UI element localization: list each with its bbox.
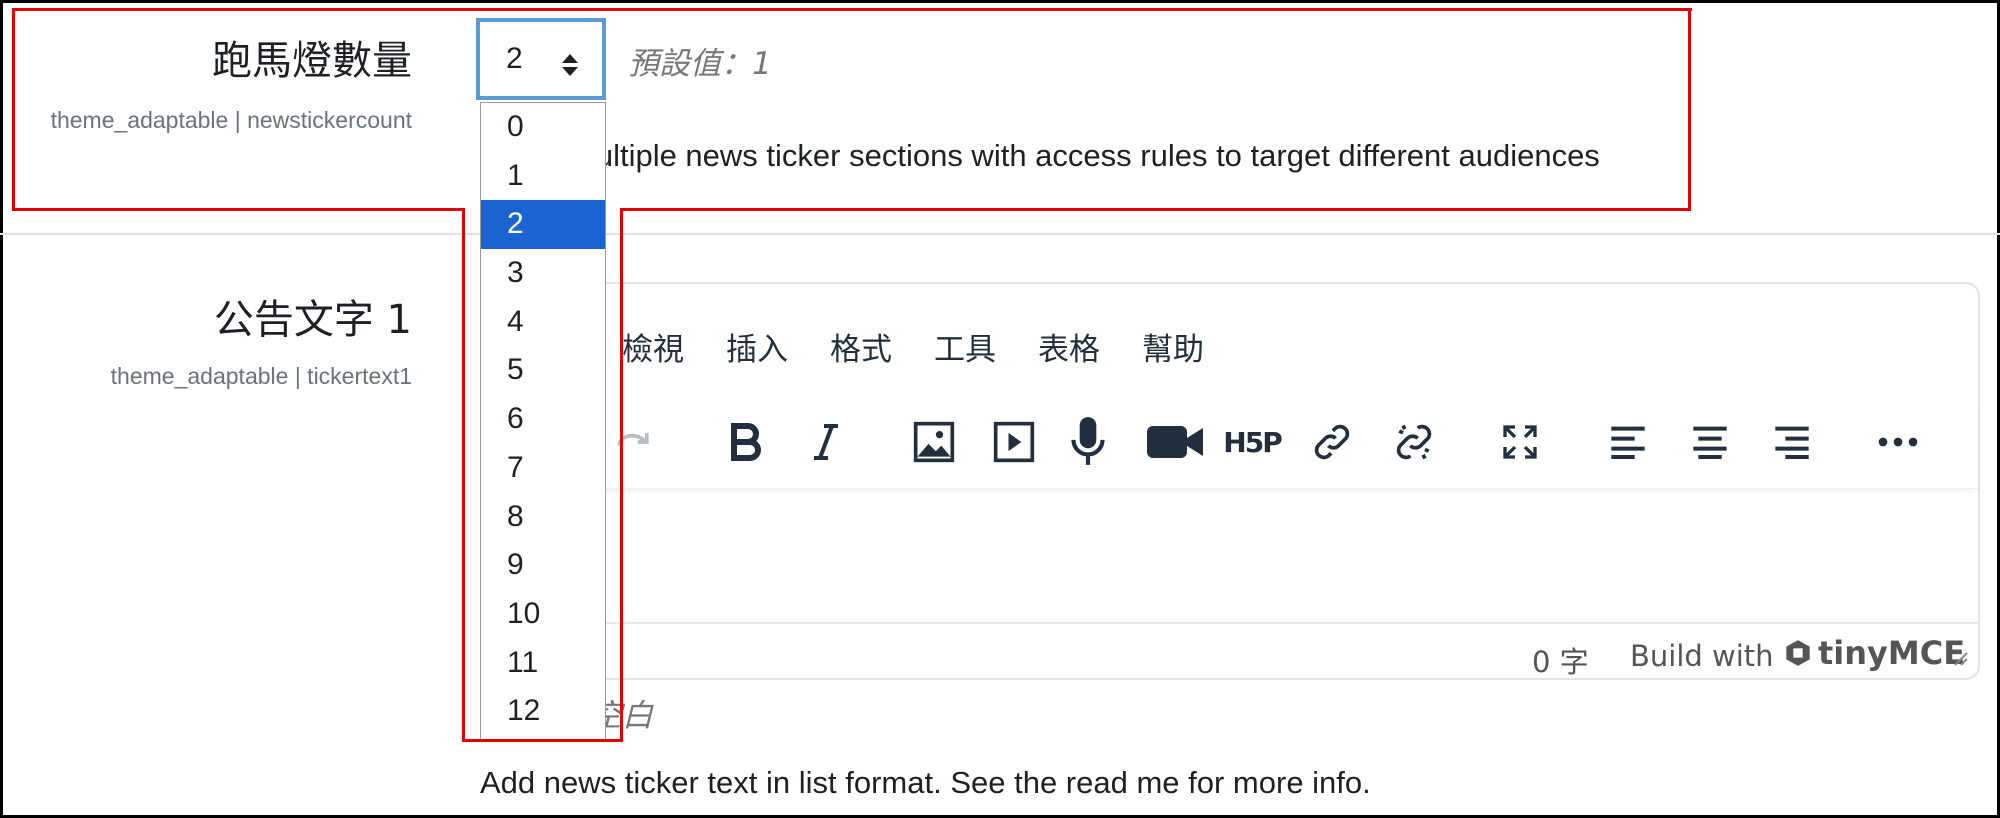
option-9[interactable]: 9 <box>481 541 605 590</box>
tinymce-logo-icon <box>1786 640 1810 666</box>
editor-toolbar: H5P <box>562 394 1978 489</box>
menu-help[interactable]: 幫助 <box>1142 324 1204 369</box>
more-icon[interactable] <box>1872 416 1924 468</box>
option-8[interactable]: 8 <box>481 493 605 542</box>
select-arrows-icon <box>562 54 578 76</box>
option-7[interactable]: 7 <box>481 444 605 493</box>
menu-view[interactable]: 檢視 <box>622 324 684 369</box>
newstickercount-select[interactable]: 2 <box>476 18 606 100</box>
unlink-icon[interactable] <box>1388 416 1440 468</box>
h5p-icon[interactable]: H5P <box>1222 416 1282 468</box>
option-1[interactable]: 1 <box>481 152 605 201</box>
setting-title-newstickercount: 跑馬燈數量 <box>212 38 412 84</box>
link-icon[interactable] <box>1306 416 1358 468</box>
setting-title-tickertext1: 公告文字 1 <box>213 297 412 343</box>
menu-table[interactable]: 表格 <box>1038 324 1100 369</box>
align-left-icon[interactable] <box>1602 416 1654 468</box>
option-3[interactable]: 3 <box>481 249 605 298</box>
media-icon[interactable] <box>988 416 1040 468</box>
align-right-icon[interactable] <box>1766 416 1818 468</box>
option-0[interactable]: 0 <box>481 103 605 152</box>
editor-menubar: 檢視 插入 格式 工具 表格 幫助 <box>622 324 1246 369</box>
option-6[interactable]: 6 <box>481 395 605 444</box>
menu-insert[interactable]: 插入 <box>726 324 788 369</box>
setting-key-newstickercount: theme_adaptable | newstickercount <box>50 107 412 133</box>
align-center-icon[interactable] <box>1684 416 1736 468</box>
video-icon[interactable] <box>1140 416 1210 468</box>
image-icon[interactable] <box>908 416 960 468</box>
menu-format[interactable]: 格式 <box>830 324 892 369</box>
default-value-newstickercount: 預設值：1 <box>628 46 772 82</box>
tinymce-brand-text: tinyMCE <box>1818 634 1966 672</box>
tinymce-editor[interactable]: 檢視 插入 格式 工具 表格 幫助 H5P 0 字 Build with tin… <box>560 282 1980 680</box>
option-11[interactable]: 11 <box>481 639 605 688</box>
redo-icon[interactable] <box>608 416 660 468</box>
setting-key-tickertext1: theme_adaptable | tickertext1 <box>110 363 412 389</box>
option-12[interactable]: 12 <box>481 687 605 736</box>
menu-tools[interactable]: 工具 <box>934 324 996 369</box>
word-count: 0 字 <box>1532 645 1589 679</box>
section-divider <box>0 233 2000 235</box>
tinymce-logo[interactable]: tinyMCE <box>1784 634 1965 672</box>
option-5[interactable]: 5 <box>481 346 605 395</box>
description-tickertext1: Add news ticker text in list format. See… <box>480 765 1371 800</box>
option-4[interactable]: 4 <box>481 298 605 347</box>
build-with-label: Build with <box>1630 639 1774 673</box>
description-newstickercount: multiple news ticker sections with acces… <box>570 138 1600 173</box>
newstickercount-options-list[interactable]: 0 1 2 3 4 5 6 7 8 9 10 11 12 <box>480 102 606 740</box>
bold-icon[interactable] <box>720 416 772 468</box>
resize-grip-icon[interactable] <box>1950 648 1968 666</box>
select-current-value: 2 <box>506 42 523 75</box>
microphone-icon[interactable] <box>1062 416 1114 468</box>
fullscreen-icon[interactable] <box>1494 416 1546 468</box>
italic-icon[interactable] <box>800 416 852 468</box>
option-10[interactable]: 10 <box>481 590 605 639</box>
editor-statusbar: 0 字 Build with tinyMCE <box>562 622 1978 680</box>
option-2-selected[interactable]: 2 <box>481 200 605 250</box>
